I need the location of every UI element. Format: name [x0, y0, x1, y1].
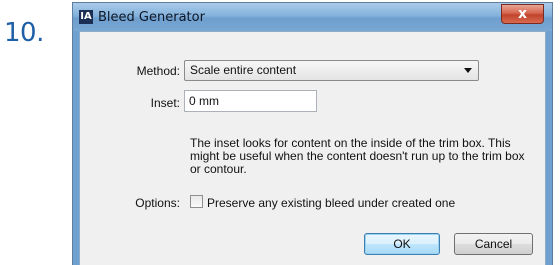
app-icon: IA — [79, 10, 93, 24]
method-selected-value: Scale entire content — [190, 63, 297, 77]
chevron-down-icon — [464, 68, 472, 73]
inset-input[interactable]: 0 mm — [184, 90, 317, 112]
window-title: Bleed Generator — [98, 10, 205, 25]
preserve-bleed-checkbox[interactable] — [190, 195, 203, 208]
close-button[interactable]: x — [501, 4, 544, 24]
close-icon: x — [517, 6, 528, 22]
dialog-body: Method: Scale entire content Inset: 0 mm… — [79, 31, 546, 265]
method-label: Method: — [136, 64, 180, 78]
bleed-generator-dialog: IA Bleed Generator x Method: Scale entir… — [72, 2, 553, 265]
title-bar[interactable]: IA Bleed Generator x — [73, 3, 552, 31]
method-dropdown[interactable]: Scale entire content — [184, 60, 479, 81]
options-label: Options: — [135, 196, 180, 210]
cancel-button[interactable]: Cancel — [454, 233, 533, 255]
ok-button[interactable]: OK — [364, 233, 440, 255]
inset-help-text: The inset looks for content on the insid… — [190, 136, 525, 176]
preserve-bleed-label[interactable]: Preserve any existing bleed under create… — [207, 196, 455, 210]
inset-label: Inset: — [150, 96, 180, 110]
step-number: 10. — [4, 18, 44, 48]
